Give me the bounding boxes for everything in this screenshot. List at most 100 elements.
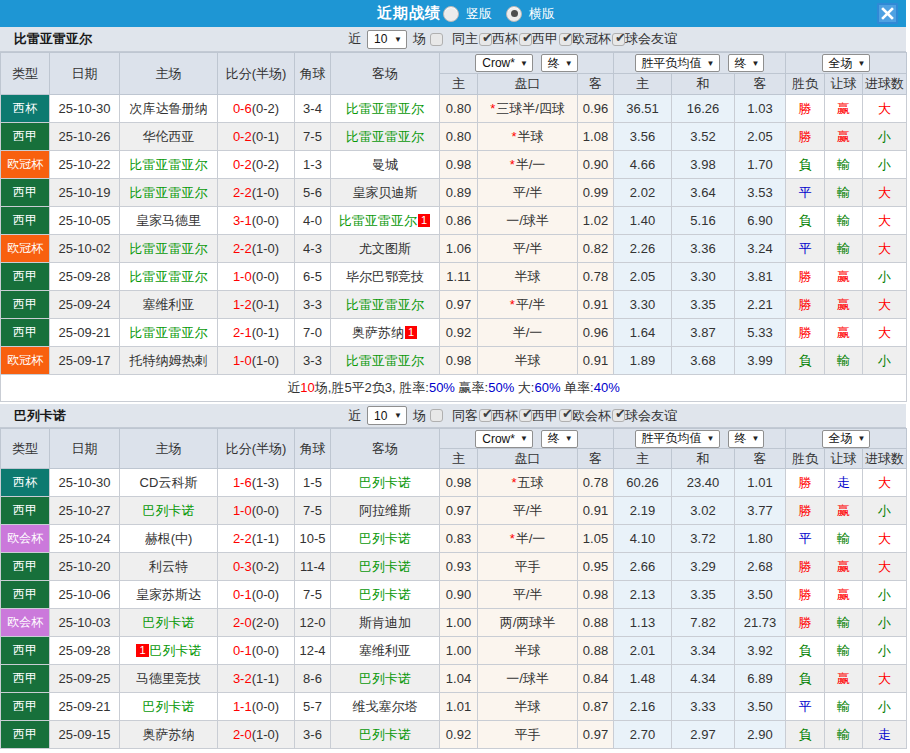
filter-checkbox-西杯[interactable]: ✔	[479, 33, 492, 46]
filter-checkbox-西甲[interactable]: ✔	[519, 409, 532, 422]
home-team-cell: 皇家苏斯达	[120, 581, 218, 609]
league-cell: 西甲	[1, 553, 50, 581]
avg-home-odds-cell: 2.19	[614, 497, 672, 525]
handicap-outcome-cell: 赢	[825, 263, 863, 291]
team-label: 皇家贝迪斯	[353, 185, 418, 200]
handicap-away-odds-cell: 0.91	[578, 347, 614, 375]
match-outcome-cell: 負	[786, 721, 825, 749]
filter-checkbox-球会友谊[interactable]: ✔	[612, 33, 625, 46]
col-header-home: 主场	[120, 53, 218, 95]
fulltime-score: 0-6	[233, 101, 252, 116]
halftime-score: (0-0)	[252, 587, 279, 602]
league-cell: 西甲	[1, 581, 50, 609]
odds-company-select[interactable]: Crow* ▼	[475, 430, 533, 448]
check-icon: ✔	[522, 407, 533, 420]
league-cell: 西甲	[1, 179, 50, 207]
chevron-down-icon: ▼	[858, 434, 866, 443]
filter-label[interactable]: 同客	[452, 407, 478, 425]
handicap-final-select[interactable]: 终 ▼	[541, 430, 578, 448]
corners-cell: 7-5	[295, 581, 331, 609]
radio-vertical-layout[interactable]	[443, 6, 459, 22]
handicap-away-odds-cell: 0.78	[578, 263, 614, 291]
fulltime-select[interactable]: 全场 ▼	[822, 54, 871, 72]
avg-draw-odds-cell: 5.16	[672, 207, 735, 235]
wdl-group-header: 胜平负均值 ▼ 终 ▼	[614, 429, 786, 449]
match-outcome-cell: 勝	[786, 581, 825, 609]
check-icon: ✔	[522, 31, 533, 44]
radio-horizontal-label[interactable]: 横版	[529, 5, 555, 23]
filter-checkbox-欧冠杯[interactable]: ✔	[559, 33, 572, 46]
home-team-cell: 比雷亚雷亚尔	[120, 151, 218, 179]
corners-cell: 5-6	[295, 179, 331, 207]
score-cell: 2-0(2-0)	[218, 609, 295, 637]
filter-label[interactable]: 欧冠杯	[572, 30, 611, 48]
league-cell: 西甲	[1, 291, 50, 319]
filter-label[interactable]: 西杯	[492, 407, 518, 425]
home-team-cell: 巴列卡诺	[120, 693, 218, 721]
radio-vertical-label[interactable]: 竖版	[466, 5, 492, 23]
fulltime-score: 1-2	[233, 297, 252, 312]
goals-outcome-cell: 大	[863, 179, 907, 207]
odds-company-select[interactable]: Crow* ▼	[475, 54, 533, 72]
avg-away-odds-cell: 3.92	[735, 637, 786, 665]
col-header-handicap-result: 让球	[825, 449, 863, 469]
away-team-cell: 比雷亚雷亚尔	[331, 347, 440, 375]
avg-home-odds-cell: 4.66	[614, 151, 672, 179]
check-icon: ✔	[482, 31, 493, 44]
home-team-cell: 托特纳姆热刺	[120, 347, 218, 375]
radio-horizontal-layout[interactable]	[506, 6, 522, 22]
fulltime-score: 2-2	[233, 185, 252, 200]
avg-draw-odds-cell: 3.33	[672, 693, 735, 721]
fulltime-score: 0-3	[233, 559, 252, 574]
home-team-cell: CD云科斯	[120, 469, 218, 497]
handicap-outcome-cell: 赢	[825, 581, 863, 609]
handicap-home-odds-cell: 1.00	[440, 637, 478, 665]
fulltime-score: 0-1	[233, 643, 252, 658]
match-count-select[interactable]: 10 ▼	[367, 30, 407, 49]
wdl-final-select[interactable]: 终 ▼	[728, 430, 765, 448]
chevron-down-icon: ▼	[565, 59, 573, 68]
handicap-home-odds-cell: 0.86	[440, 207, 478, 235]
filter-label[interactable]: 欧会杯	[572, 407, 611, 425]
summary-text: 近10场,胜5平2负3, 胜率:50% 赢率:50% 大:60% 单率:40%	[1, 375, 907, 402]
filter-label[interactable]: 球会友谊	[625, 407, 677, 425]
handicap-final-select[interactable]: 终 ▼	[541, 54, 578, 72]
match-row: 欧会杯25-10-03巴列卡诺2-0(2-0)12-0斯肯迪加1.00两/两球半…	[1, 609, 907, 637]
filter-label[interactable]: 西甲	[532, 407, 558, 425]
filter-label[interactable]: 西甲	[532, 30, 558, 48]
team-label: 比雷亚雷亚尔	[130, 241, 208, 256]
avg-draw-odds-cell: 3.02	[672, 497, 735, 525]
avg-home-odds-cell: 1.48	[614, 665, 672, 693]
goals-outcome-cell: 大	[863, 525, 907, 553]
handicap-home-odds-cell: 0.92	[440, 721, 478, 749]
match-outcome-cell: 勝	[786, 291, 825, 319]
match-row: 西甲25-09-28比雷亚雷亚尔1-0(0-0)6-5毕尔巴鄂竞技1.11半球0…	[1, 263, 907, 291]
date-cell: 25-09-21	[50, 693, 120, 721]
handicap-away-odds-cell: 0.95	[578, 553, 614, 581]
filter-label[interactable]: 西杯	[492, 30, 518, 48]
filter-label[interactable]: 同主	[452, 30, 478, 48]
filter-checkbox-西杯[interactable]: ✔	[479, 409, 492, 422]
wdl-average-select[interactable]: 胜平负均值 ▼	[635, 54, 720, 72]
filter-checkbox-欧会杯[interactable]: ✔	[559, 409, 572, 422]
filter-label[interactable]: 球会友谊	[625, 30, 677, 48]
close-button[interactable]	[877, 3, 898, 24]
fulltime-select[interactable]: 全场 ▼	[822, 430, 871, 448]
wdl-final-select[interactable]: 终 ▼	[728, 54, 765, 72]
handicap-cell: 平/半	[478, 497, 578, 525]
red-card-badge: 1	[418, 214, 430, 227]
match-outcome-cell: 勝	[786, 263, 825, 291]
handicap-outcome-cell: 輸	[825, 207, 863, 235]
date-cell: 25-10-03	[50, 609, 120, 637]
filter-checkbox-西甲[interactable]: ✔	[519, 33, 532, 46]
filter-checkbox-球会友谊[interactable]: ✔	[612, 409, 625, 422]
halftime-score: (0-0)	[252, 213, 279, 228]
wdl-average-select[interactable]: 胜平负均值 ▼	[635, 430, 720, 448]
match-count-select[interactable]: 10 ▼	[367, 406, 407, 425]
filter-checkbox-同主[interactable]	[430, 33, 443, 46]
fulltime-score: 0-2	[233, 157, 252, 172]
filter-checkbox-同客[interactable]	[430, 409, 443, 422]
match-outcome-cell: 平	[786, 179, 825, 207]
team-label: 次库达鲁册纳	[130, 101, 208, 116]
match-outcome-cell: 負	[786, 347, 825, 375]
